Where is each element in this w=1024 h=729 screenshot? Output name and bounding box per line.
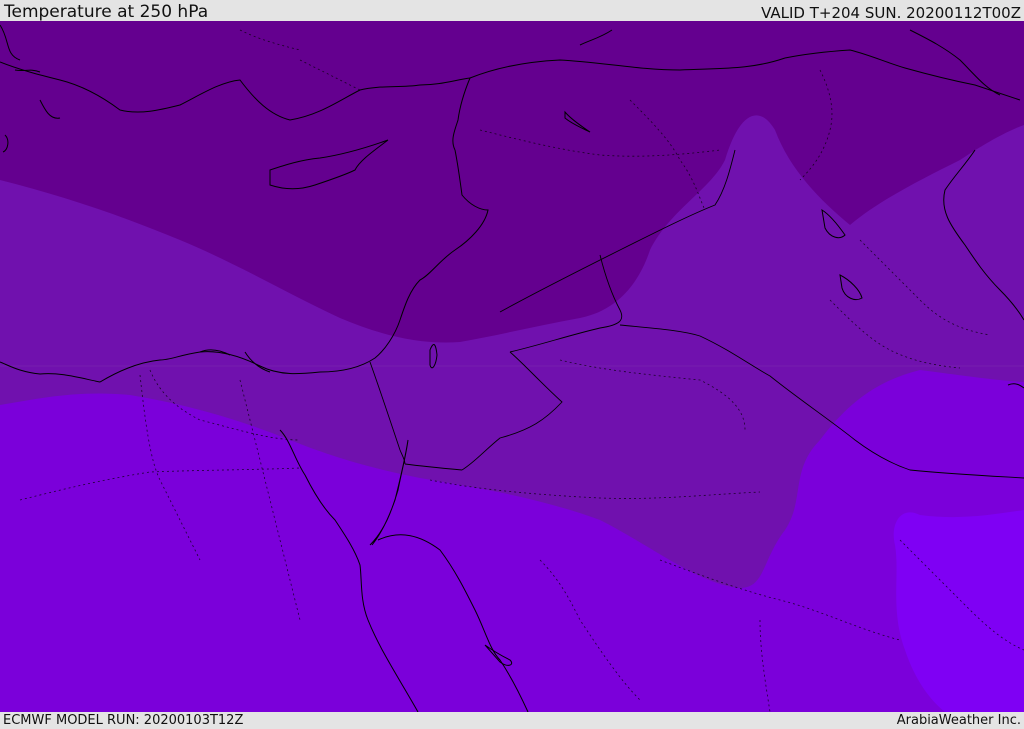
credit-label: ArabiaWeather Inc. [896,713,1021,728]
model-run-label: ECMWF MODEL RUN: 20200103T12Z [3,713,244,728]
weather-map [0,21,1024,712]
map-title: Temperature at 250 hPa [4,2,209,22]
map-header: Temperature at 250 hPa VALID T+204 SUN. … [0,0,1024,21]
map-footer: ECMWF MODEL RUN: 20200103T12Z ArabiaWeat… [0,712,1024,729]
valid-time: VALID T+204 SUN. 20200112T00Z [761,4,1021,22]
temperature-map-svg [0,21,1024,712]
